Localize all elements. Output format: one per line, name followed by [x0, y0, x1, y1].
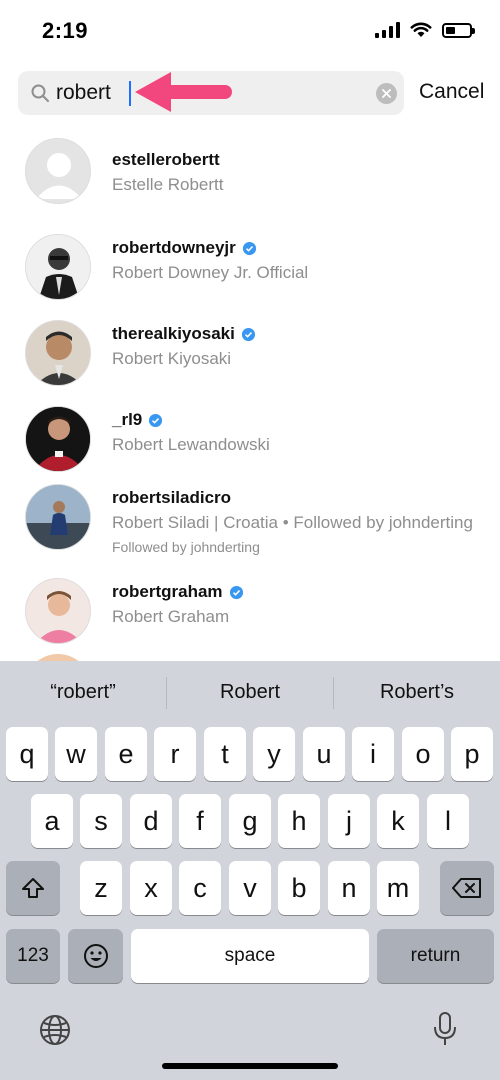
suggestion-3[interactable]: Robert’s — [334, 681, 500, 704]
full-name: Estelle Robertt — [112, 175, 224, 194]
username: therealkiyosaki — [112, 324, 256, 344]
key-h[interactable]: h — [278, 794, 320, 848]
list-item[interactable]: therealkiyosaki Robert Kiyosaki — [0, 310, 500, 390]
key-c[interactable]: c — [179, 861, 221, 915]
search-bar: Cancel — [18, 71, 488, 115]
search-icon — [31, 84, 49, 102]
key-o[interactable]: o — [402, 727, 444, 781]
username: robertdowneyjr — [112, 238, 308, 258]
list-item[interactable]: _rl9 Robert Lewandowski — [0, 396, 500, 476]
avatar — [25, 578, 91, 644]
key-w[interactable]: w — [55, 727, 97, 781]
verified-badge-icon — [241, 327, 255, 341]
status-icons — [375, 20, 475, 40]
shift-icon — [22, 878, 44, 898]
clear-search-button[interactable] — [376, 83, 397, 104]
avatar — [25, 484, 91, 550]
key-r[interactable]: r — [154, 727, 196, 781]
predictive-text-bar: “robert” Robert Robert’s — [0, 661, 500, 725]
status-time: 2:19 — [42, 18, 89, 43]
username: robertsiladicro — [112, 488, 232, 507]
key-a[interactable]: a — [31, 794, 73, 848]
key-g[interactable]: g — [229, 794, 271, 848]
username: estellerobertt — [112, 150, 220, 169]
avatar — [25, 234, 91, 300]
key-j[interactable]: j — [328, 794, 370, 848]
emoji-icon — [83, 944, 108, 968]
list-item[interactable]: robertgraham Robert Graham — [0, 568, 500, 648]
key-d[interactable]: d — [130, 794, 172, 848]
key-f[interactable]: f — [179, 794, 221, 848]
text-cursor — [129, 81, 131, 106]
suggestion-1[interactable]: “robert” — [0, 681, 166, 704]
delete-key[interactable] — [440, 861, 494, 915]
cellular-signal-icon — [375, 22, 400, 38]
battery-icon — [442, 22, 475, 38]
key-b[interactable]: b — [278, 861, 320, 915]
key-p[interactable]: p — [451, 727, 493, 781]
key-k[interactable]: k — [377, 794, 419, 848]
verified-badge-icon — [149, 413, 163, 427]
home-indicator — [162, 1063, 338, 1069]
full-name: Robert Lewandowski — [112, 435, 270, 454]
avatar — [25, 406, 91, 472]
keyboard: “robert” Robert Robert’s q w e r t y u i… — [0, 661, 500, 1080]
globe-icon[interactable] — [39, 1014, 71, 1046]
verified-badge-icon — [229, 585, 243, 599]
suggestion-2[interactable]: Robert — [167, 681, 333, 704]
follow-context: Followed by johnderting — [112, 539, 260, 555]
full-name: Robert Kiyosaki — [112, 349, 232, 368]
key-s[interactable]: s — [80, 794, 122, 848]
avatar — [25, 138, 91, 204]
cancel-button[interactable]: Cancel — [419, 80, 484, 104]
emoji-key[interactable] — [68, 929, 123, 983]
key-x[interactable]: x — [130, 861, 172, 915]
key-z[interactable]: z — [80, 861, 122, 915]
key-e[interactable]: e — [105, 727, 147, 781]
list-item[interactable]: robertsiladicro Robert Siladi | Croatia … — [0, 482, 500, 578]
shift-key[interactable] — [6, 861, 60, 915]
close-icon — [382, 89, 391, 98]
backspace-icon — [452, 878, 481, 898]
key-m[interactable]: m — [377, 861, 419, 915]
key-y[interactable]: y — [253, 727, 295, 781]
return-key[interactable]: return — [377, 929, 494, 983]
key-v[interactable]: v — [229, 861, 271, 915]
avatar — [25, 320, 91, 386]
space-key[interactable]: space — [131, 929, 369, 983]
verified-badge-icon — [242, 241, 256, 255]
annotation-arrow-icon — [135, 72, 232, 112]
key-i[interactable]: i — [352, 727, 394, 781]
wifi-icon — [410, 22, 432, 37]
full-name: Robert Siladi | Croatia • Followed by jo… — [112, 513, 473, 532]
list-item[interactable]: robertdowneyjr Robert Downey Jr. Officia… — [0, 224, 500, 304]
key-l[interactable]: l — [427, 794, 469, 848]
key-q[interactable]: q — [6, 727, 48, 781]
numbers-key[interactable]: 123 — [6, 929, 60, 983]
key-u[interactable]: u — [303, 727, 345, 781]
full-name: Robert Graham — [112, 607, 230, 626]
status-bar: 2:19 — [0, 0, 500, 60]
key-t[interactable]: t — [204, 727, 246, 781]
username: _rl9 — [112, 410, 270, 430]
list-item[interactable]: estellerobertt Estelle Robertt — [0, 128, 500, 208]
key-n[interactable]: n — [328, 861, 370, 915]
full-name: Robert Downey Jr. Official — [112, 263, 309, 282]
microphone-icon[interactable] — [431, 1011, 459, 1047]
username: robertgraham — [112, 582, 244, 602]
